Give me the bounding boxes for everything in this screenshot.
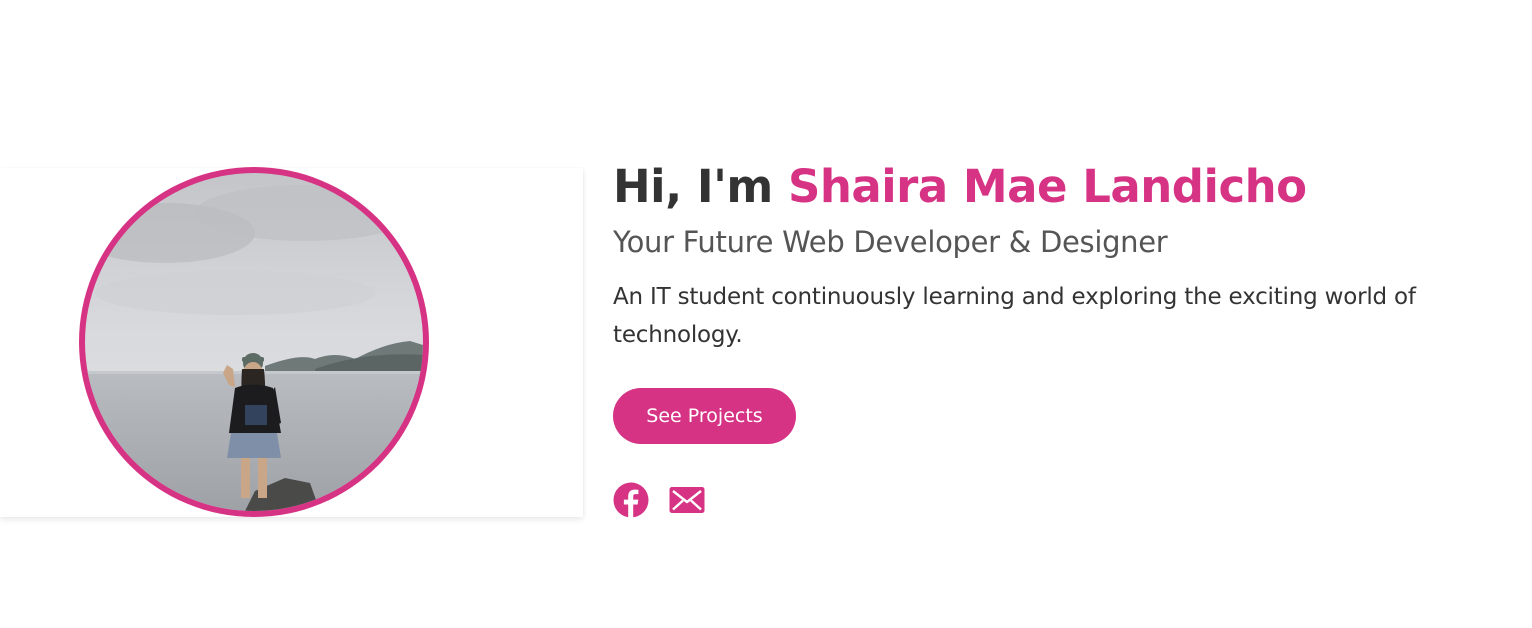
see-projects-button[interactable]: See Projects: [613, 388, 796, 444]
greeting-text: Hi, I'm: [613, 160, 788, 213]
mail-icon: [669, 487, 705, 513]
email-link[interactable]: [669, 482, 705, 518]
social-links: [613, 482, 705, 518]
intro-section: Hi, I'm Shaira Mae Landicho Your Future …: [613, 160, 1513, 354]
hero-bio: An IT student continuously learning and …: [613, 284, 1416, 348]
hero-name: Shaira Mae Landicho: [787, 160, 1307, 213]
facebook-link[interactable]: [613, 482, 649, 518]
hero-subtitle: Your Future Web Developer & Designer: [613, 225, 1168, 259]
hero-headline: Hi, I'm Shaira Mae Landicho: [613, 160, 1513, 214]
profile-avatar: [79, 167, 429, 517]
profile-photo: [85, 173, 423, 511]
facebook-icon: [613, 482, 649, 518]
